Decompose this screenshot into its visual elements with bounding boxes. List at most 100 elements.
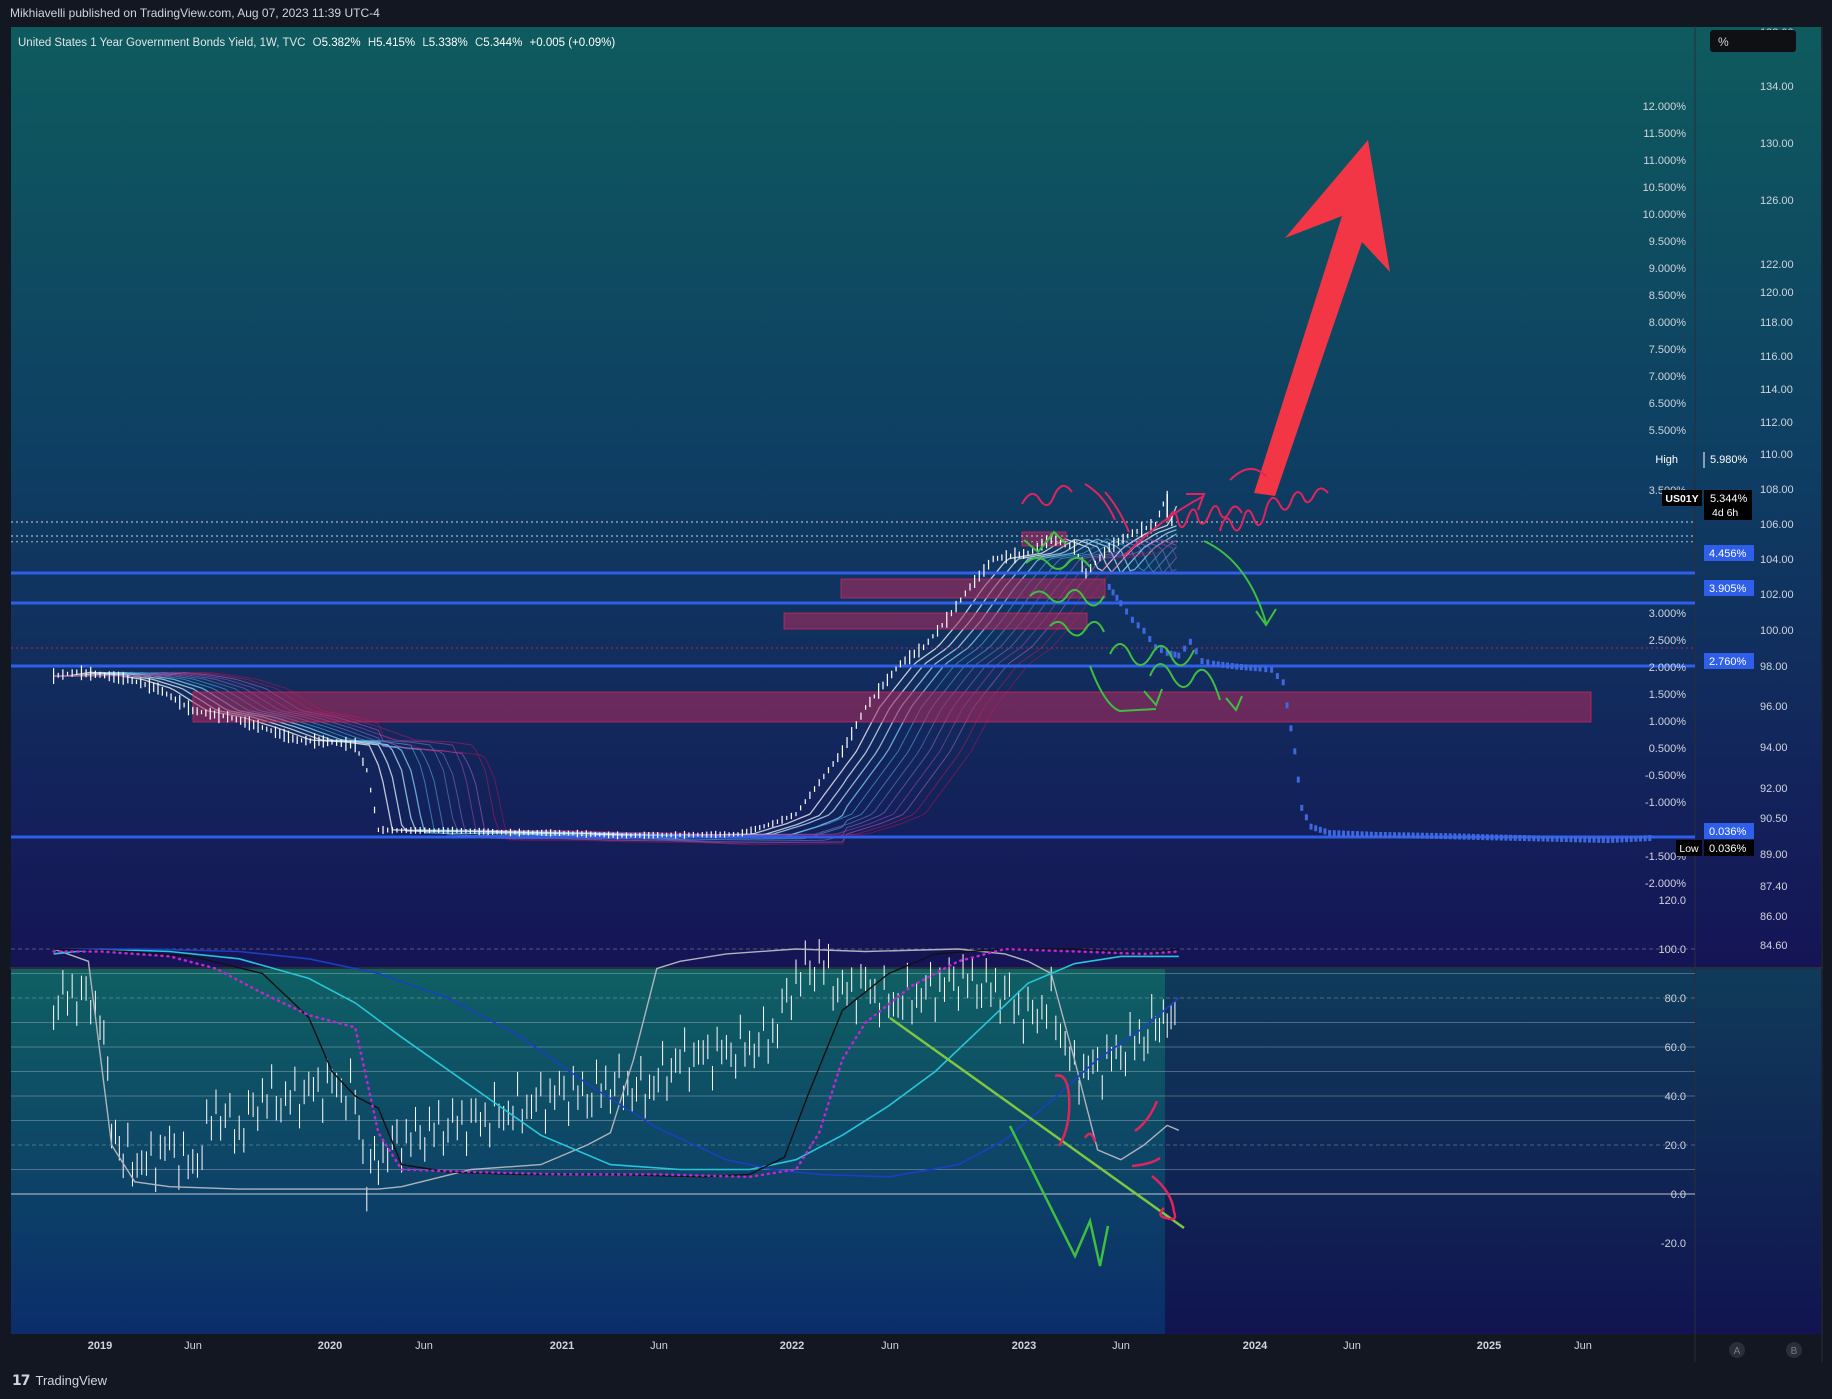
- y-tick-label: 11.000%: [1643, 155, 1686, 167]
- level-2-value: 3.905%: [1709, 583, 1747, 595]
- low-label: Low: [1679, 843, 1699, 855]
- y-tick-label: 9.000%: [1649, 263, 1687, 275]
- x-tick-label: Jun: [881, 1340, 899, 1352]
- y-index-tick-label: 84.60: [1760, 940, 1788, 952]
- last-price-value: 5.344%: [1710, 493, 1748, 505]
- y-index-tick-label: 106.00: [1760, 519, 1794, 531]
- x-tick-label: Jun: [1574, 1340, 1592, 1352]
- tradingview-logo-icon: 𝟭𝟳: [12, 1372, 31, 1388]
- y-index-tick-label: 92.00: [1760, 783, 1788, 795]
- x-tick-label: 2020: [318, 1340, 342, 1352]
- percent-scale-button[interactable]: %: [1710, 30, 1796, 52]
- osc-tick-label: 80.0: [1665, 993, 1686, 1005]
- y-tick-label: 2.500%: [1649, 635, 1687, 647]
- y-tick-label: 5.500%: [1649, 425, 1687, 437]
- x-tick-label: 2021: [550, 1340, 574, 1352]
- footer-bar: 𝟭𝟳 TradingView: [0, 1362, 1832, 1399]
- low-badge: Low 0.036%: [1676, 840, 1754, 856]
- y-index-tick-label: 96.00: [1760, 701, 1788, 713]
- y-index-tick-label: 130.00: [1760, 138, 1794, 150]
- legend-high-value: 5.415%: [376, 37, 415, 49]
- time-scale[interactable]: 2019 Jun 2020 Jun 2021 Jun 2022 Jun 2023 Jun 2024 J…: [88, 1340, 1592, 1352]
- x-tick-label: Jun: [415, 1340, 433, 1352]
- osc-tick-label: 100.0: [1658, 944, 1686, 956]
- y-tick-label: 12.000%: [1643, 101, 1687, 113]
- osc-tick-label: 60.0: [1665, 1042, 1686, 1054]
- y-tick-label: 8.000%: [1649, 317, 1687, 329]
- y-index-tick-label: 108.00: [1760, 484, 1794, 496]
- level-3-value: 2.760%: [1709, 656, 1747, 668]
- osc-tick-label: 20.0: [1665, 1140, 1686, 1152]
- x-tick-label: Jun: [1112, 1340, 1130, 1352]
- x-tick-label: 2024: [1243, 1340, 1268, 1352]
- x-tick-label: Jun: [1343, 1340, 1361, 1352]
- y-tick-label: 9.500%: [1649, 236, 1687, 248]
- y-index-tick-label: 102.00: [1760, 589, 1794, 601]
- x-tick-label: 2019: [88, 1340, 112, 1352]
- osc-tick-label: 0.0: [1671, 1189, 1686, 1201]
- zone-box[interactable]: [840, 578, 1106, 599]
- legend-low-value: 5.338%: [429, 37, 468, 49]
- x-tick-label: 2023: [1012, 1340, 1036, 1352]
- y-index-tick-label: 90.50: [1760, 813, 1788, 825]
- y-tick-label: 10.000%: [1643, 209, 1687, 221]
- osc-tick-label: 40.0: [1665, 1091, 1686, 1103]
- x-tick-label: 2022: [780, 1340, 804, 1352]
- countdown-value: 4d 6h: [1712, 507, 1738, 519]
- y-tick-label: 3.000%: [1649, 608, 1687, 620]
- auto-scale-button[interactable]: A: [1729, 1342, 1745, 1358]
- publish-info: Mikhiavelli published on TradingView.com…: [10, 6, 380, 20]
- y-tick-label: 1.000%: [1649, 716, 1687, 728]
- y-index-tick-label: 110.00: [1760, 449, 1793, 461]
- y-index-tick-label: 126.00: [1760, 195, 1794, 207]
- tradingview-brand[interactable]: 𝟭𝟳 TradingView: [12, 1372, 107, 1389]
- level-1-value: 4.456%: [1709, 548, 1747, 560]
- y-tick-label: 2.000%: [1649, 662, 1687, 674]
- auto-scale-label: A: [1734, 1346, 1741, 1357]
- chart-canvas[interactable]: 12.000% 11.500% 11.000% 10.500% 10.000% 9.500…: [0, 26, 1832, 1362]
- level-badge-3: 2.760%: [1704, 653, 1754, 669]
- y-index-tick-label: 89.00: [1760, 849, 1788, 861]
- osc-tick-label: -20.0: [1661, 1238, 1686, 1250]
- main-pane-background: [11, 27, 1821, 967]
- y-tick-label: 7.000%: [1649, 371, 1687, 383]
- y-index-tick-label: 87.40: [1760, 881, 1788, 893]
- settings-button[interactable]: B: [1786, 1342, 1802, 1358]
- symbol-tag: US01Y: [1665, 493, 1698, 505]
- legend-open-value: 5.382%: [322, 37, 361, 49]
- level-badge-2: 3.905%: [1704, 580, 1754, 596]
- x-tick-label: Jun: [650, 1340, 668, 1352]
- y-tick-label: 11.500%: [1643, 128, 1686, 140]
- legend-close-value: 5.344%: [483, 37, 522, 49]
- x-tick-label: 2025: [1477, 1340, 1501, 1352]
- level-4-value: 0.036%: [1709, 826, 1747, 838]
- y-index-tick-label: 86.00: [1760, 911, 1788, 923]
- level-badge-1: 4.456%: [1704, 545, 1754, 561]
- y-tick-label: 6.500%: [1649, 398, 1687, 410]
- y-index-tick-label: 104.00: [1760, 554, 1794, 566]
- y-index-tick-label: 120.00: [1760, 287, 1794, 299]
- y-index-tick-label: 94.00: [1760, 742, 1788, 754]
- y-index-tick-label: 112.00: [1760, 417, 1793, 429]
- y-index-tick-label: 114.00: [1760, 384, 1793, 396]
- high-value: 5.980%: [1710, 454, 1748, 466]
- percent-label: %: [1718, 35, 1729, 49]
- y-tick-label: -1.000%: [1645, 797, 1686, 809]
- y-index-tick-label: 116.00: [1760, 351, 1793, 363]
- high-label: High: [1655, 454, 1678, 466]
- zone-box[interactable]: [783, 612, 1088, 630]
- y-index-tick-label: 118.00: [1760, 317, 1793, 329]
- y-index-tick-label: 100.00: [1760, 625, 1794, 637]
- y-index-tick-label: 122.00: [1760, 259, 1794, 271]
- y-tick-label: 0.500%: [1649, 743, 1687, 755]
- y-tick-label: 7.500%: [1649, 344, 1687, 356]
- legend-high-label: H: [368, 37, 376, 49]
- y-tick-label: 1.500%: [1649, 689, 1687, 701]
- legend-close-label: C: [475, 37, 483, 49]
- low-value: 0.036%: [1709, 843, 1747, 855]
- zone-box[interactable]: [192, 691, 1592, 723]
- publish-header: Mikhiavelli published on TradingView.com…: [0, 0, 1832, 26]
- y-tick-label: 8.500%: [1649, 290, 1687, 302]
- legend-change: +0.005 (+0.09%): [530, 37, 616, 49]
- y-index-tick-label: 98.00: [1760, 661, 1788, 673]
